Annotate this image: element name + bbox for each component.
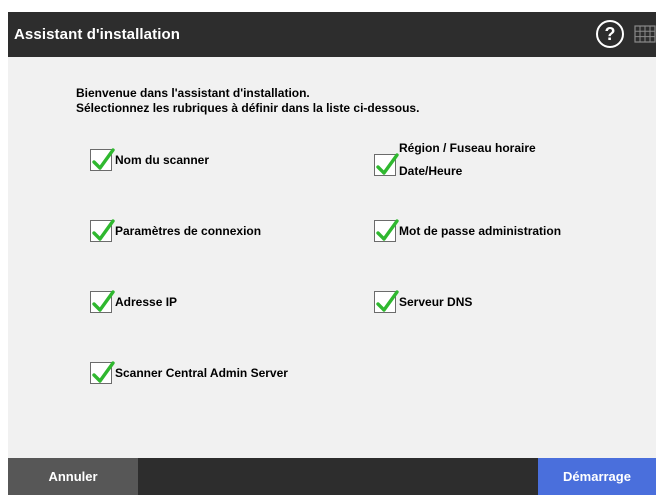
option-scanner-name[interactable]: Nom du scanner [90,148,210,171]
checkbox-ip-address[interactable] [90,290,115,313]
start-button[interactable]: Démarrage [538,458,656,495]
option-label: Serveur DNS [399,295,473,309]
option-label: Région / Fuseau horaire Date/Heure [399,137,536,183]
option-region-timezone-datetime[interactable]: Région / Fuseau horaire Date/Heure [374,137,536,183]
wizard-content: Bienvenue dans l'assistant d'installatio… [8,57,656,458]
check-icon [92,148,115,170]
checkbox-scanner-name[interactable] [90,148,115,171]
checkbox-region-timezone[interactable] [374,153,399,176]
checkbox-admin-password[interactable] [374,219,399,242]
keyboard-icon[interactable] [634,23,656,45]
option-admin-password[interactable]: Mot de passe administration [374,219,562,242]
option-label: Paramètres de connexion [115,224,262,238]
checkbox-dns-server[interactable] [374,290,399,313]
intro-line-1: Bienvenue dans l'assistant d'installatio… [76,86,310,100]
option-label-line-1: Région / Fuseau horaire [399,141,536,155]
title-bar: Assistant d'installation ? [8,12,656,57]
cancel-button[interactable]: Annuler [8,458,138,495]
check-icon [376,290,399,312]
intro-text: Bienvenue dans l'assistant d'installatio… [76,86,419,116]
help-circle-icon[interactable]: ? [595,19,625,49]
option-label-line-2: Date/Heure [399,164,463,178]
checkbox-central-admin-server[interactable] [90,361,115,384]
window-title: Assistant d'installation [14,26,180,43]
check-icon [376,219,399,241]
option-label: Nom du scanner [115,153,210,167]
intro-line-2: Sélectionnez les rubriques à définir dan… [76,101,420,115]
check-icon [92,219,115,241]
option-central-admin-server[interactable]: Scanner Central Admin Server [90,361,288,384]
option-label: Mot de passe administration [399,224,562,238]
option-label: Scanner Central Admin Server [115,366,288,380]
option-ip-address[interactable]: Adresse IP [90,290,178,313]
footer-bar: Annuler Démarrage [8,458,656,495]
check-icon [92,361,115,383]
option-connection-settings[interactable]: Paramètres de connexion [90,219,262,242]
svg-text:?: ? [605,24,616,44]
check-icon [92,290,115,312]
option-dns-server[interactable]: Serveur DNS [374,290,473,313]
option-label: Adresse IP [115,295,178,309]
setup-wizard-window: Assistant d'installation ? Bienvenue dan… [0,0,656,495]
check-icon [376,153,399,175]
checkbox-connection-settings[interactable] [90,219,115,242]
